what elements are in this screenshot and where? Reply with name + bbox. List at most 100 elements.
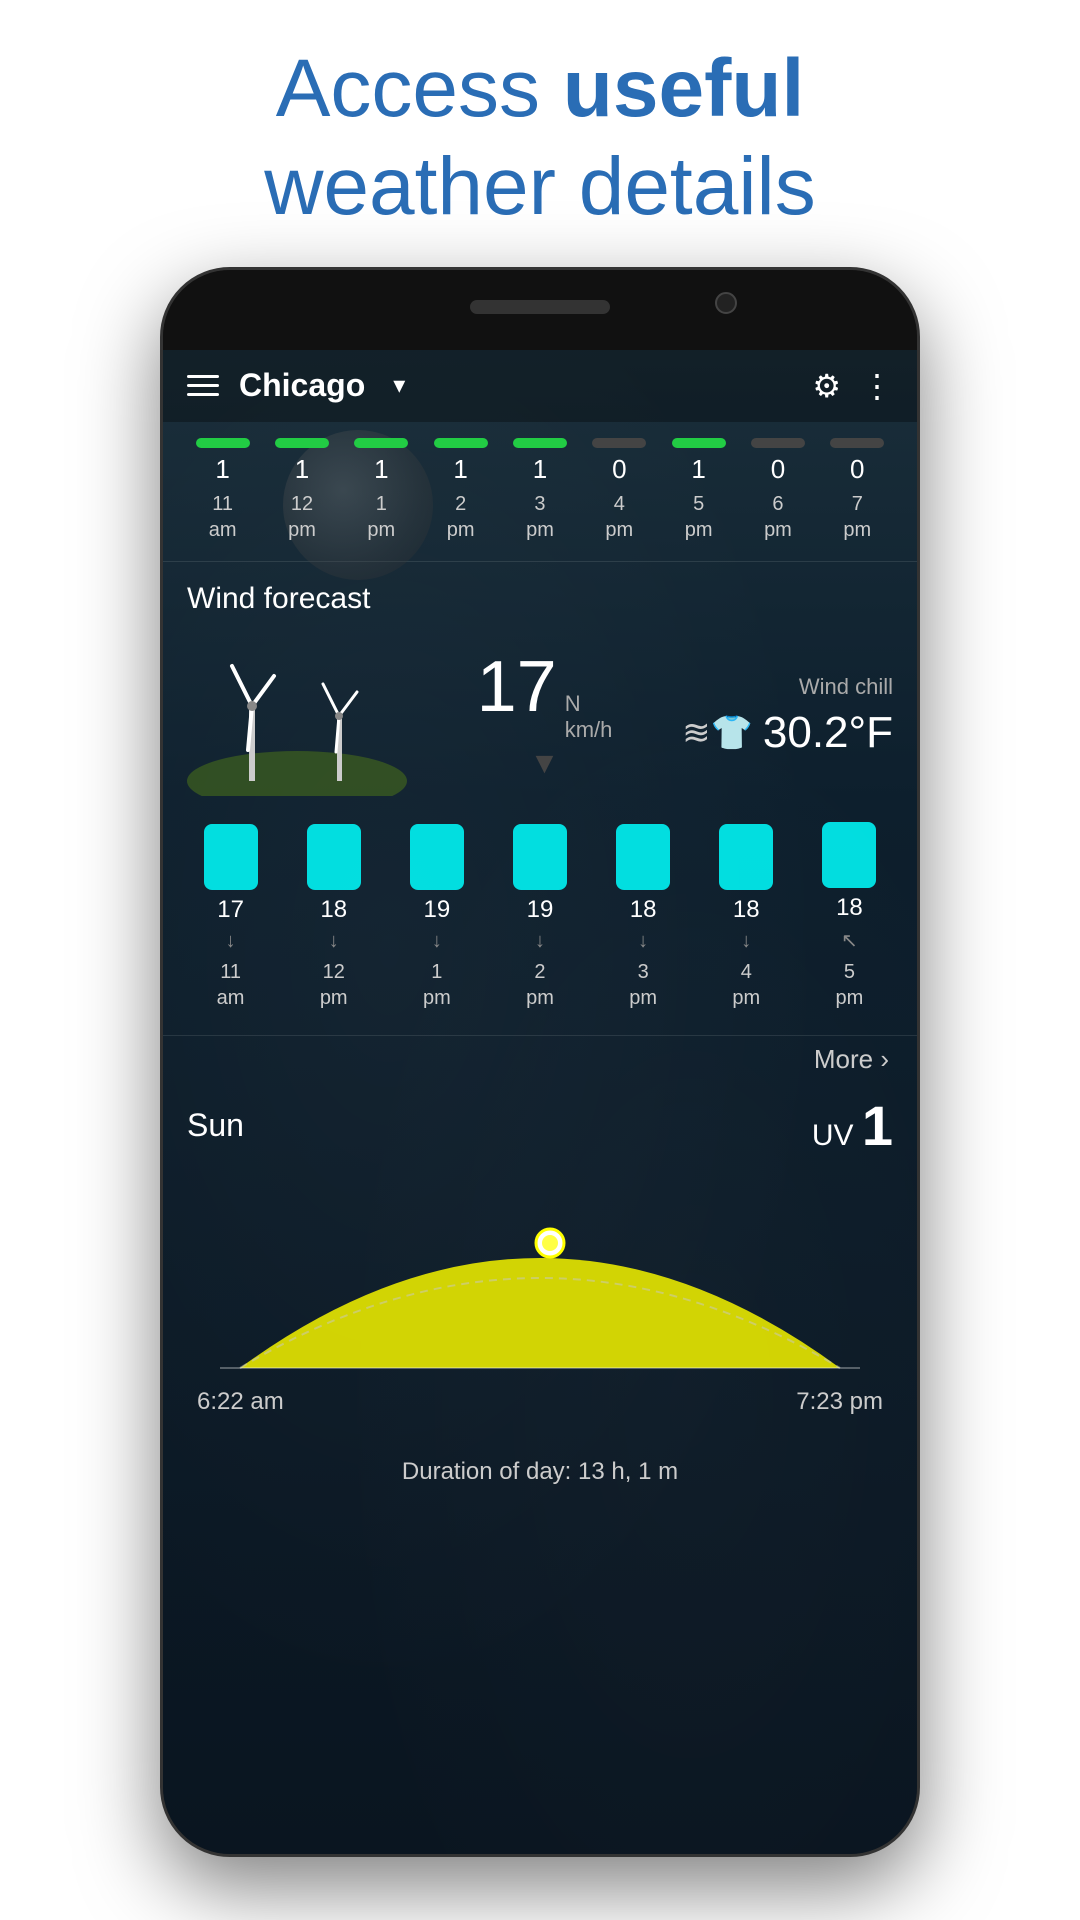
nav-left: Chicago ▾	[187, 367, 405, 404]
wind-direction-arrow: ▼	[530, 747, 560, 781]
wind-timeline-section: 17 ↓ 11am 18 ↓ 12pm 19 ↓ 1pm 19 ↓ 2pm 18…	[163, 812, 917, 1035]
wind-forecast-section: Wind forecast	[163, 562, 917, 812]
menu-icon[interactable]	[187, 375, 219, 396]
sun-arc-container: 6:22 am 7:23 pm	[187, 1168, 893, 1448]
wind-dir-arrow: ↖	[841, 928, 858, 953]
wind-time: 2pm	[526, 959, 554, 1011]
uv-value: 1	[374, 454, 388, 485]
sun-section: Sun UV 1	[163, 1083, 917, 1486]
city-label[interactable]: Chicago	[239, 367, 365, 404]
uv-value: 0	[850, 454, 864, 485]
wind-direction-label: N	[565, 691, 581, 717]
uv-timeline-section: 1 11am 1 12pm 1 1pm 1 2pm 1 3pm 0 4pm 1 …	[163, 422, 917, 561]
uv-bar	[751, 438, 805, 448]
wind-chill-value: 30.2°F	[763, 708, 893, 758]
duration-label: Duration of day:	[402, 1458, 571, 1485]
wind-dir-arrow: ↓	[329, 930, 339, 953]
uv-time: 5pm	[685, 491, 713, 543]
sun-header: Sun UV 1	[187, 1093, 893, 1158]
uv-bar-item: 1 5pm	[659, 438, 738, 543]
header-line2-text: weather details	[264, 141, 816, 232]
uv-bar-item: 1 12pm	[262, 438, 341, 543]
uv-time: 3pm	[526, 491, 554, 543]
wind-speed-bar	[616, 824, 670, 890]
uv-time: 1pm	[367, 491, 395, 543]
uv-value: 0	[612, 454, 626, 485]
wind-speed-val: 18	[836, 894, 863, 922]
uv-time: 11am	[209, 491, 237, 543]
uv-bar	[592, 438, 646, 448]
more-row: More ›	[163, 1036, 917, 1083]
overflow-menu-icon[interactable]: ⋮	[861, 367, 893, 405]
uv-bar-item: 0 7pm	[818, 438, 897, 543]
wind-chill-row: ≋👕 30.2°F	[682, 708, 893, 758]
wind-dir-arrow: ↓	[741, 930, 751, 953]
uv-prefix: UV	[812, 1119, 854, 1152]
wind-time: 11am	[217, 959, 245, 1011]
wind-bar-item: 17 ↓ 11am	[179, 824, 282, 1011]
sun-arc-svg	[187, 1168, 893, 1398]
uv-bar-item: 1 1pm	[342, 438, 421, 543]
uv-bar-item: 0 6pm	[738, 438, 817, 543]
wind-unit-label: km/h	[565, 717, 613, 743]
wind-turbines-illustration	[187, 636, 407, 796]
wind-speed-bar	[204, 824, 258, 890]
uv-time: 2pm	[447, 491, 475, 543]
power-button	[917, 520, 920, 580]
wind-bar-item: 19 ↓ 1pm	[385, 824, 488, 1011]
uv-bar-item: 1 11am	[183, 438, 262, 543]
more-button[interactable]: More ›	[814, 1044, 889, 1075]
wind-speed-val: 19	[527, 896, 554, 924]
wind-bar-item: 18 ↓ 3pm	[592, 824, 695, 1011]
wind-content: 17 N km/h ▼ Wind chill ≋👕 30.2°F	[187, 636, 893, 796]
wind-dir-arrow: ↓	[638, 930, 648, 953]
uv-bar	[354, 438, 408, 448]
wind-speed-val: 18	[733, 896, 760, 924]
wind-speed-bar	[307, 824, 361, 890]
city-dropdown-icon[interactable]: ▾	[393, 371, 405, 400]
uv-time: 12pm	[288, 491, 316, 543]
speaker-grille	[470, 300, 610, 314]
uv-value: 0	[771, 454, 785, 485]
wind-speed-val: 19	[424, 896, 451, 924]
settings-icon[interactable]: ⚙	[812, 367, 841, 405]
wind-speed-bar	[822, 822, 876, 888]
uv-time: 6pm	[764, 491, 792, 543]
wind-time: 12pm	[320, 959, 348, 1011]
uv-bar-item: 1 3pm	[500, 438, 579, 543]
header-line1-text: Access	[276, 43, 563, 134]
turbines-svg	[187, 636, 407, 796]
page-header: Access useful weather details	[184, 0, 896, 267]
uv-bar	[672, 438, 726, 448]
uv-value: 1	[533, 454, 547, 485]
app-screen: Chicago ▾ ⚙ ⋮ 1 11am 1 12pm 1 1pm 1 2pm	[163, 350, 917, 1854]
nav-right: ⚙ ⋮	[812, 367, 893, 405]
wind-bar-item: 18 ↓ 4pm	[695, 824, 798, 1011]
uv-bar-item: 0 4pm	[580, 438, 659, 543]
uv-index-value: 1	[862, 1094, 893, 1157]
wind-dir-arrow: ↓	[226, 930, 236, 953]
wind-time: 4pm	[732, 959, 760, 1011]
wind-time: 1pm	[423, 959, 451, 1011]
phone-shell: Chicago ▾ ⚙ ⋮ 1 11am 1 12pm 1 1pm 1 2pm	[160, 267, 920, 1857]
wind-chill-label: Wind chill	[682, 674, 893, 700]
sunset-label: 7:23 pm	[796, 1388, 883, 1416]
duration-row: Duration of day: 13 h, 1 m	[187, 1458, 893, 1486]
wind-speed-bar	[513, 824, 567, 890]
uv-time: 7pm	[843, 491, 871, 543]
wind-forecast-title: Wind forecast	[187, 582, 893, 616]
wind-unit-dir: N km/h	[565, 691, 613, 743]
wind-bars-row: 17 ↓ 11am 18 ↓ 12pm 19 ↓ 1pm 19 ↓ 2pm 18…	[179, 822, 901, 1011]
wind-time: 5pm	[836, 959, 864, 1011]
wind-bar-item: 18 ↖ 5pm	[798, 822, 901, 1011]
uv-bar	[830, 438, 884, 448]
wind-speed-value: 17	[477, 651, 557, 723]
uv-value: 1	[295, 454, 309, 485]
uv-time: 4pm	[605, 491, 633, 543]
uv-value: 1	[691, 454, 705, 485]
uv-bar	[513, 438, 567, 448]
header-bold-text: useful	[563, 43, 804, 134]
uv-badge: UV 1	[812, 1093, 893, 1158]
wind-speed-bar	[719, 824, 773, 890]
wind-dir-arrow: ↓	[432, 930, 442, 953]
